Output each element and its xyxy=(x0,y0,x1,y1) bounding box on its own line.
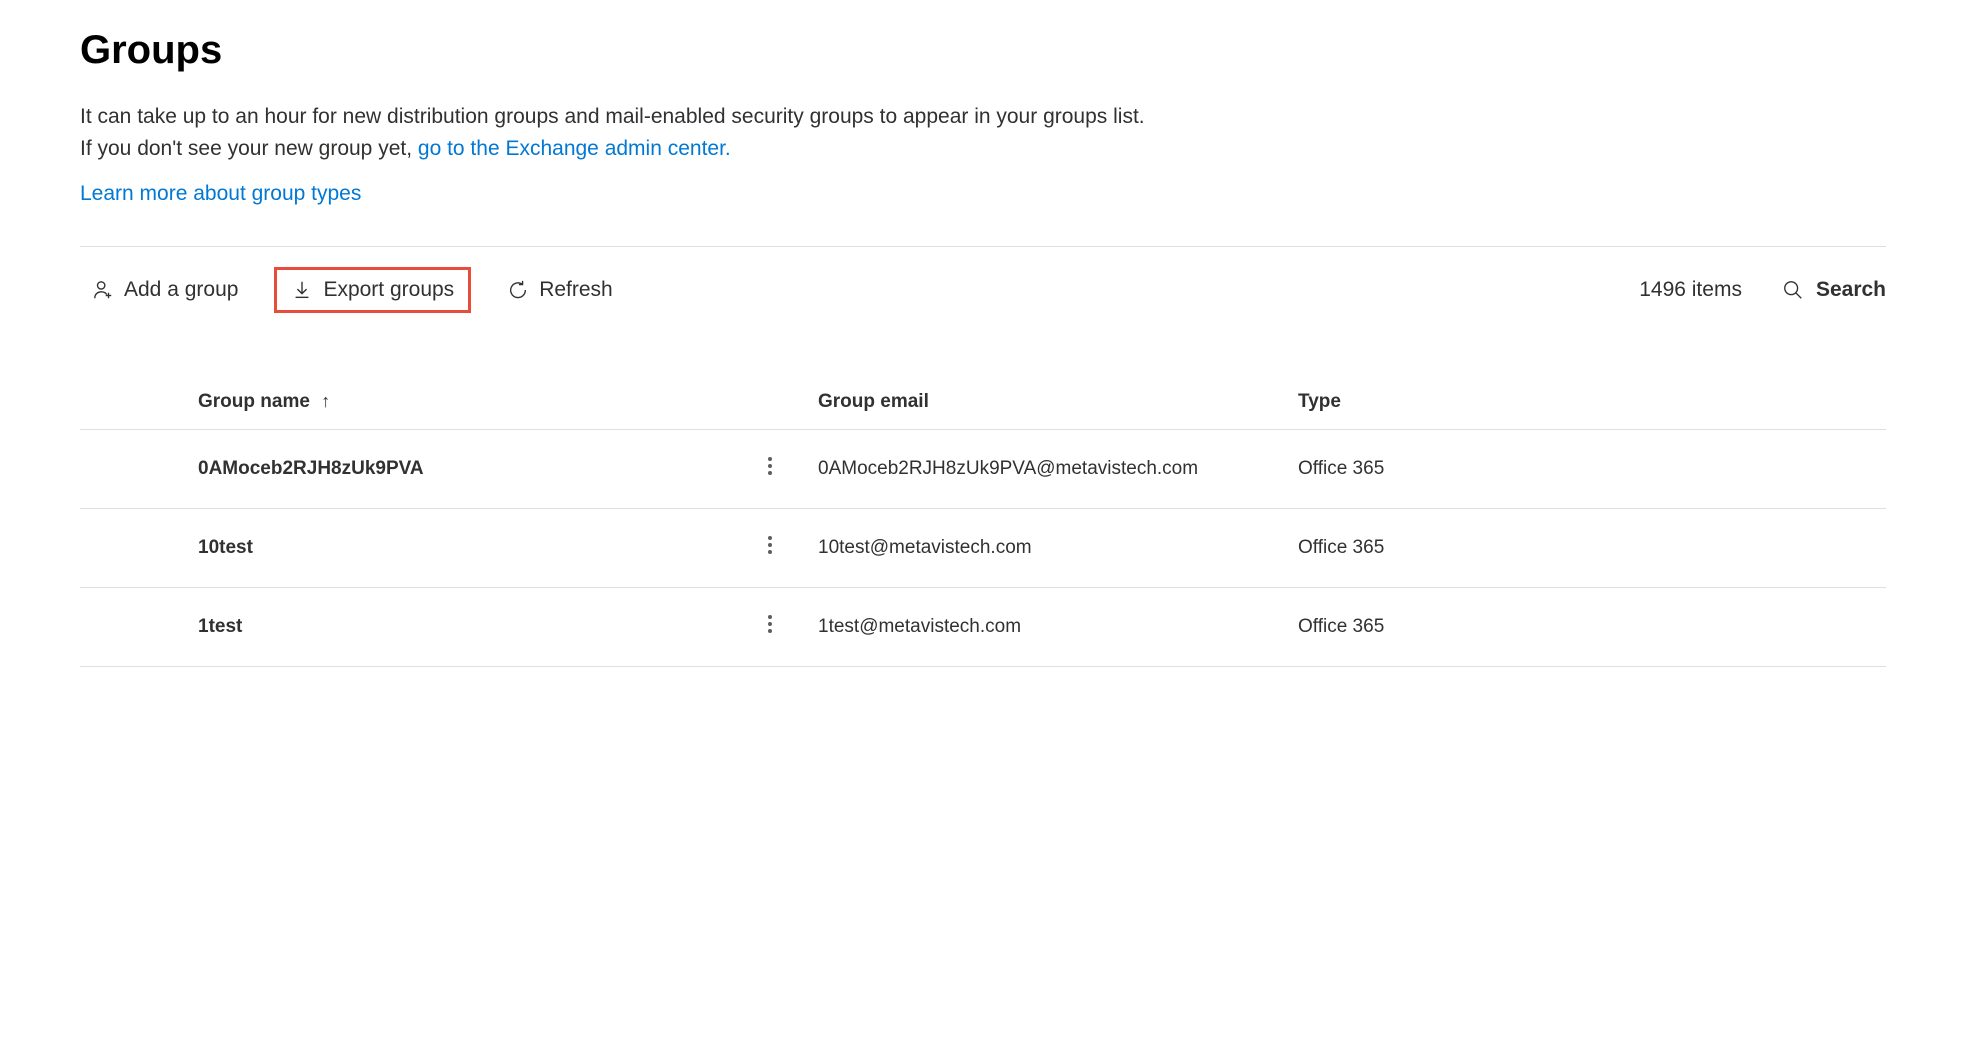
sort-ascending-icon: ↑ xyxy=(321,391,330,411)
search-icon xyxy=(1782,279,1804,301)
export-groups-button[interactable]: Export groups xyxy=(274,267,471,313)
column-header-type[interactable]: Type xyxy=(1290,375,1886,430)
cell-group-name[interactable]: 10test xyxy=(190,509,730,588)
cell-group-type: Office 365 xyxy=(1290,430,1886,509)
cell-group-email: 10test@metavistech.com xyxy=(810,509,1290,588)
table-header-row: Group name ↑ Group email Type xyxy=(80,375,1886,430)
table-row[interactable]: 0AMoceb2RJH8zUk9PVA 0AMoceb2RJH8zUk9PVA@… xyxy=(80,430,1886,509)
search-label: Search xyxy=(1816,278,1886,302)
add-group-label: Add a group xyxy=(124,278,238,302)
more-vertical-icon xyxy=(768,454,772,478)
cell-group-type: Office 365 xyxy=(1290,588,1886,667)
table-row[interactable]: 10test 10test@metavistech.com Office 365 xyxy=(80,509,1886,588)
cell-group-name[interactable]: 1test xyxy=(190,588,730,667)
row-checkbox-cell xyxy=(80,509,190,588)
column-header-name-label: Group name xyxy=(198,391,310,412)
more-vertical-icon xyxy=(768,533,772,557)
toolbar: Add a group Export groups Refresh 1496 i… xyxy=(80,255,1886,325)
row-actions-button[interactable] xyxy=(730,430,810,509)
cell-group-type: Office 365 xyxy=(1290,509,1886,588)
search-button[interactable]: Search xyxy=(1782,278,1886,302)
row-checkbox-cell xyxy=(80,430,190,509)
row-actions-button[interactable] xyxy=(730,509,810,588)
refresh-label: Refresh xyxy=(539,278,613,302)
exchange-admin-link[interactable]: go to the Exchange admin center. xyxy=(418,137,731,160)
cell-group-email: 0AMoceb2RJH8zUk9PVA@metavistech.com xyxy=(810,430,1290,509)
add-group-button[interactable]: Add a group xyxy=(80,270,250,310)
learn-more-link[interactable]: Learn more about group types xyxy=(80,182,1886,206)
item-count: 1496 items xyxy=(1639,278,1742,302)
toolbar-left: Add a group Export groups Refresh xyxy=(80,267,1615,313)
groups-table-container: Group name ↑ Group email Type 0AMoceb2RJ… xyxy=(80,375,1886,667)
cell-group-name[interactable]: 0AMoceb2RJH8zUk9PVA xyxy=(190,430,730,509)
export-groups-label: Export groups xyxy=(323,278,454,302)
page-description: It can take up to an hour for new distri… xyxy=(80,101,1160,164)
column-header-email[interactable]: Group email xyxy=(810,375,1290,430)
column-actions xyxy=(730,375,810,430)
toolbar-divider xyxy=(80,246,1886,247)
cell-group-email: 1test@metavistech.com xyxy=(810,588,1290,667)
row-checkbox-cell xyxy=(80,588,190,667)
row-actions-button[interactable] xyxy=(730,588,810,667)
download-icon xyxy=(291,279,313,301)
refresh-button[interactable]: Refresh xyxy=(495,270,625,310)
groups-table: Group name ↑ Group email Type 0AMoceb2RJ… xyxy=(80,375,1886,667)
toolbar-right: 1496 items Search xyxy=(1639,278,1886,302)
table-row[interactable]: 1test 1test@metavistech.com Office 365 xyxy=(80,588,1886,667)
column-header-name[interactable]: Group name ↑ xyxy=(190,375,730,430)
refresh-icon xyxy=(507,279,529,301)
page-title: Groups xyxy=(80,28,1886,73)
more-vertical-icon xyxy=(768,612,772,636)
add-person-icon xyxy=(92,279,114,301)
column-checkbox xyxy=(80,375,190,430)
